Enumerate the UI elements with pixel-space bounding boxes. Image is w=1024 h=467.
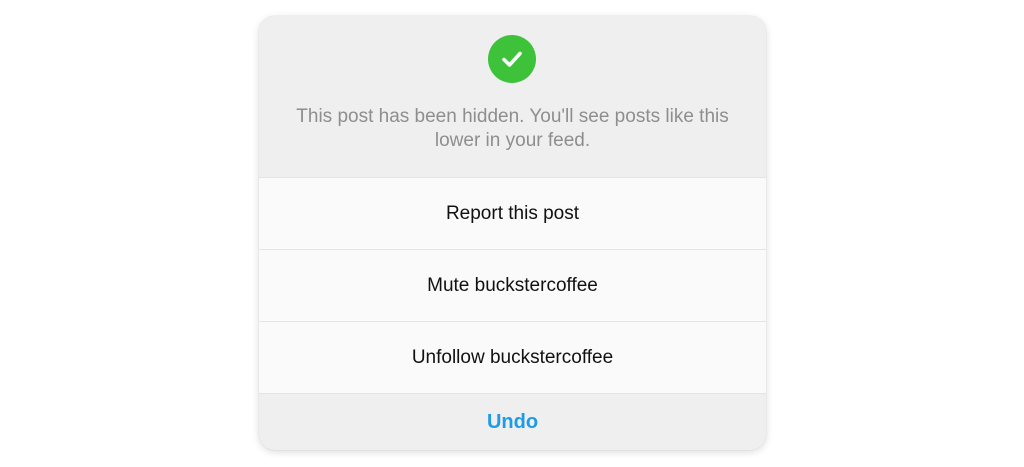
- screen: This post has been hidden. You'll see po…: [0, 0, 1024, 467]
- dialog-options: Report this post Mute buckstercoffee Unf…: [259, 177, 766, 393]
- unfollow-account-button[interactable]: Unfollow buckstercoffee: [259, 321, 766, 393]
- report-post-button[interactable]: Report this post: [259, 177, 766, 249]
- checkmark-icon: [502, 51, 522, 67]
- hidden-post-message: This post has been hidden. You'll see po…: [296, 106, 729, 151]
- checkmark-circle-icon: [488, 35, 536, 83]
- hidden-post-dialog: This post has been hidden. You'll see po…: [259, 16, 766, 450]
- mute-account-button[interactable]: Mute buckstercoffee: [259, 249, 766, 321]
- undo-button[interactable]: Undo: [259, 393, 766, 450]
- dialog-header: This post has been hidden. You'll see po…: [259, 16, 766, 177]
